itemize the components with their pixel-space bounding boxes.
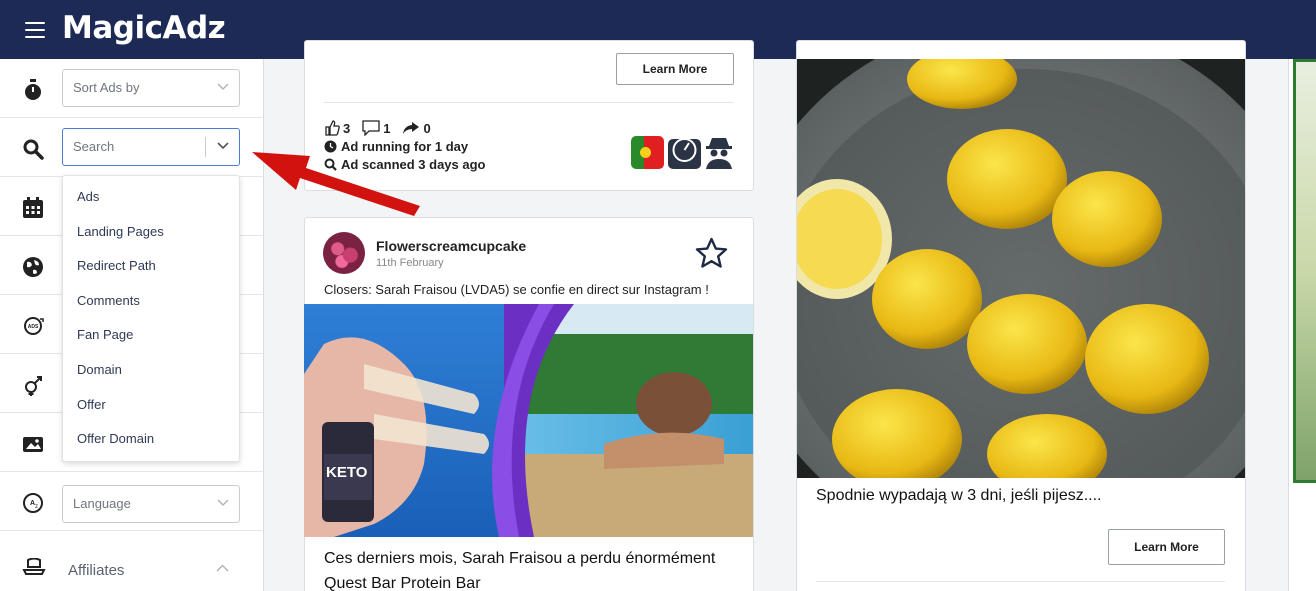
search-row: Search (0, 118, 264, 177)
ads-icon: ADS (24, 317, 44, 335)
ad-creative-image[interactable]: KETO (304, 304, 753, 537)
ad-creative-image[interactable] (797, 59, 1245, 478)
post-date: 11th February (376, 257, 444, 269)
sort-ads-placeholder: Sort Ads by (73, 80, 140, 95)
sort-row: Sort Ads by (0, 59, 264, 118)
dropdown-option-domain[interactable]: Domain (63, 349, 239, 384)
star-icon[interactable] (695, 237, 728, 268)
like-icon (325, 120, 340, 136)
chevron-down-icon (217, 499, 229, 507)
dropdown-option-offer[interactable]: Offer (63, 384, 239, 419)
language-placeholder: Language (73, 496, 131, 511)
page-name[interactable]: Flowerscreamcupcake (376, 238, 526, 254)
gender-icon (25, 376, 42, 396)
svg-text:ADS: ADS (28, 324, 39, 330)
affiliates-icon (22, 558, 46, 575)
ad-title: Ces derniers mois, Sarah Fraisou a perdu… (324, 550, 716, 591)
dropdown-option-redirect-path[interactable]: Redirect Path (63, 245, 239, 280)
post-text: Closers: Sarah Fraisou (LVDA5) se confie… (324, 282, 709, 297)
dropdown-option-offer-domain[interactable]: Offer Domain (63, 418, 239, 453)
app-logo[interactable]: MagicAdz (62, 10, 226, 46)
speedometer-icon (668, 138, 701, 169)
dropdown-option-ads[interactable]: Ads (63, 176, 239, 211)
share-icon (403, 122, 420, 134)
learn-more-button[interactable]: Learn More (1108, 529, 1225, 565)
dropdown-option-comments[interactable]: Comments (63, 280, 239, 315)
menu-icon[interactable] (25, 22, 45, 38)
calendar-icon (23, 197, 43, 218)
share-count: 0 (423, 120, 431, 136)
spy-icon (706, 138, 732, 169)
red-arrow-annotation (252, 152, 420, 216)
learn-more-button[interactable]: Learn More (616, 53, 734, 85)
chevron-down-icon (217, 83, 229, 91)
search-select[interactable]: Search (62, 128, 240, 166)
search-type-dropdown: Ads Landing Pages Redirect Path Comments… (62, 175, 240, 462)
portugal-flag-icon (631, 136, 664, 169)
stopwatch-icon (25, 79, 41, 100)
ad-caption: Spodnie wypadają w 3 dni, jeśli pijesz..… (816, 487, 1102, 504)
ad-card-4-partial (1288, 59, 1316, 591)
language-row: Az Language (0, 472, 264, 531)
svg-text:z: z (35, 504, 38, 510)
sort-ads-select[interactable]: Sort Ads by (62, 69, 240, 107)
search-icon (23, 139, 44, 160)
language-select[interactable]: Language (62, 485, 240, 523)
image-icon (23, 437, 43, 452)
affiliates-label: Affiliates (68, 562, 125, 579)
chevron-down-icon[interactable] (217, 142, 229, 150)
like-count: 3 (343, 120, 351, 136)
affiliates-section[interactable]: Affiliates (0, 534, 264, 591)
language-icon: Az (23, 493, 43, 513)
avatar[interactable] (323, 232, 365, 274)
globe-icon (23, 257, 43, 277)
comment-icon (362, 120, 380, 136)
search-placeholder: Search (73, 139, 115, 154)
product-label: KETO (326, 464, 368, 481)
dropdown-option-fan-page[interactable]: Fan Page (63, 314, 239, 349)
comment-count: 1 (383, 120, 391, 136)
dropdown-option-landing-pages[interactable]: Landing Pages (63, 211, 239, 246)
chevron-up-icon[interactable] (216, 564, 229, 572)
